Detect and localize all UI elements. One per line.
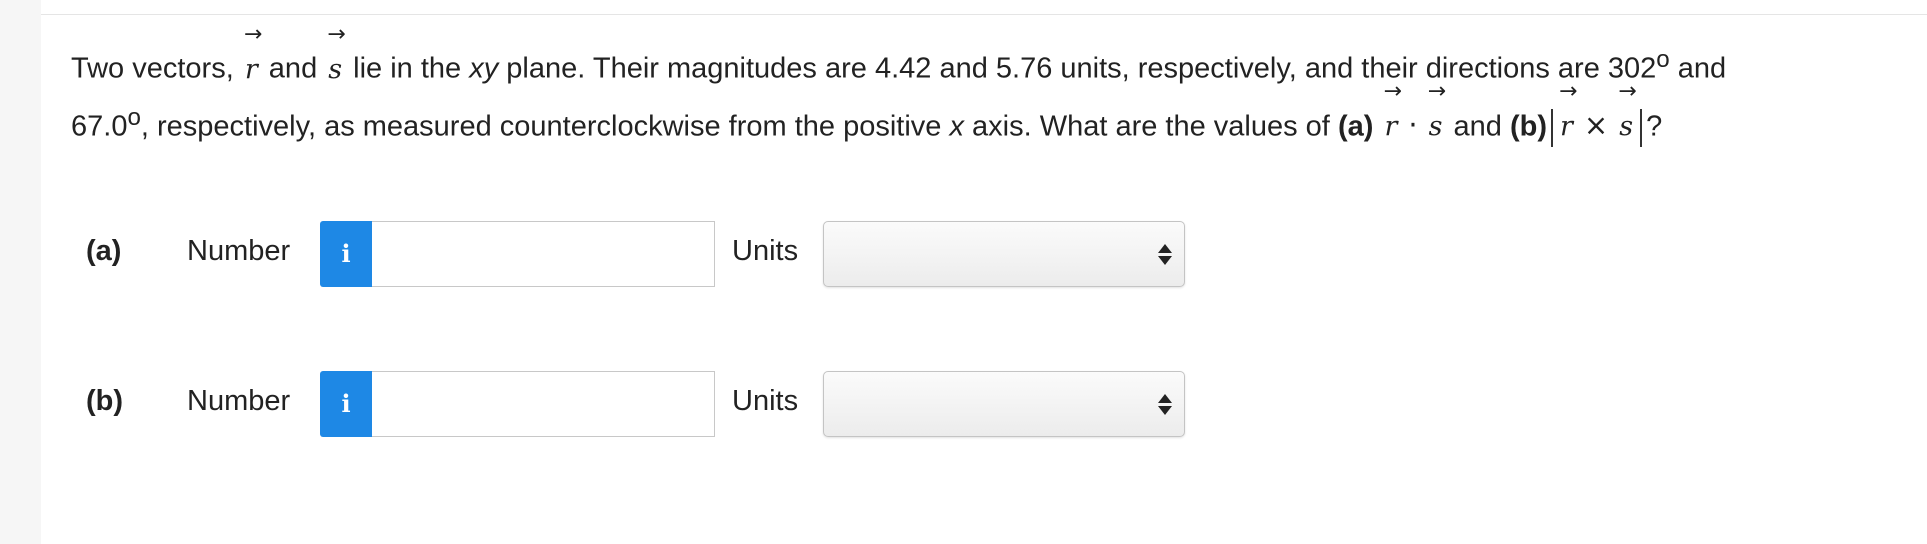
vector-arrow-icon: → [243, 21, 263, 47]
vector-s-symbol: s [1619, 111, 1634, 143]
question-text: Two vectors, → r and → s lie in the xy pla… [71, 23, 1901, 152]
vector-r-symbol: r [1384, 111, 1398, 143]
vector-s: → s [1426, 81, 1446, 151]
info-icon[interactable]: i [320, 371, 372, 437]
question-fragment: plane. Their magnitudes are 4.42 and 5.7… [498, 52, 1657, 85]
xy-term: xy [469, 52, 499, 85]
part-a-label: (a) [1337, 110, 1374, 143]
vector-r: → r [1381, 81, 1401, 151]
magnitude-bar-left [1550, 108, 1553, 147]
x-term: x [949, 110, 964, 143]
question-mark: ? [1646, 110, 1663, 143]
units-label: Units [732, 385, 799, 417]
dot-product-operator: · [1408, 108, 1418, 143]
question-line-2: 67.0o, respectively, as measured counter… [71, 81, 1901, 152]
vector-arrow-icon: → [1427, 79, 1447, 105]
question-fragment: and [1445, 110, 1510, 143]
number-label: Number [187, 235, 291, 267]
part-b-label: (b) [1509, 110, 1547, 143]
top-divider [41, 14, 1927, 15]
question-fragment: and [260, 52, 326, 85]
updown-arrows-icon [1158, 394, 1172, 416]
number-input-b[interactable] [372, 371, 715, 437]
degree-symbol: o [1656, 46, 1670, 73]
answer-row-a: (a) Number i Units [0, 221, 1927, 289]
number-input-a[interactable] [372, 221, 715, 287]
vector-arrow-icon: → [1618, 79, 1637, 105]
info-icon[interactable]: i [320, 221, 372, 287]
updown-arrows-icon [1158, 244, 1172, 266]
question-fragment: Two vectors, [71, 52, 242, 85]
units-select-b[interactable] [823, 371, 1185, 437]
answer-label-a: (a) [86, 235, 122, 267]
vector-s-symbol: s [328, 53, 343, 85]
answer-row-b: (b) Number i Units [0, 371, 1927, 439]
vector-r: → r [242, 23, 262, 94]
vector-arrow-icon: → [327, 21, 346, 47]
vector-arrow-icon: → [1558, 79, 1578, 105]
vector-s: → s [325, 23, 345, 94]
question-fragment: axis. What are the values of [963, 110, 1338, 143]
question-fragment: 67.0 [71, 110, 128, 143]
vector-s: → s [1616, 81, 1636, 151]
number-label: Number [187, 385, 291, 417]
units-label: Units [732, 235, 799, 267]
question-fragment: and [1669, 52, 1727, 85]
magnitude-bar-right [1640, 108, 1643, 147]
units-select-a[interactable] [823, 221, 1185, 287]
vector-r-symbol: r [244, 53, 258, 85]
question-fragment: , respectively, as measured counterclock… [140, 110, 950, 143]
vector-r-symbol: r [1559, 111, 1573, 143]
vector-s-symbol: s [1428, 111, 1443, 143]
vector-r: → r [1557, 81, 1577, 151]
answer-label-b: (b) [86, 385, 124, 417]
question-fragment: lie in the [345, 52, 470, 85]
degree-symbol: o [127, 103, 141, 131]
vector-arrow-icon: → [1383, 79, 1402, 105]
cross-product-operator: × [1583, 108, 1609, 143]
